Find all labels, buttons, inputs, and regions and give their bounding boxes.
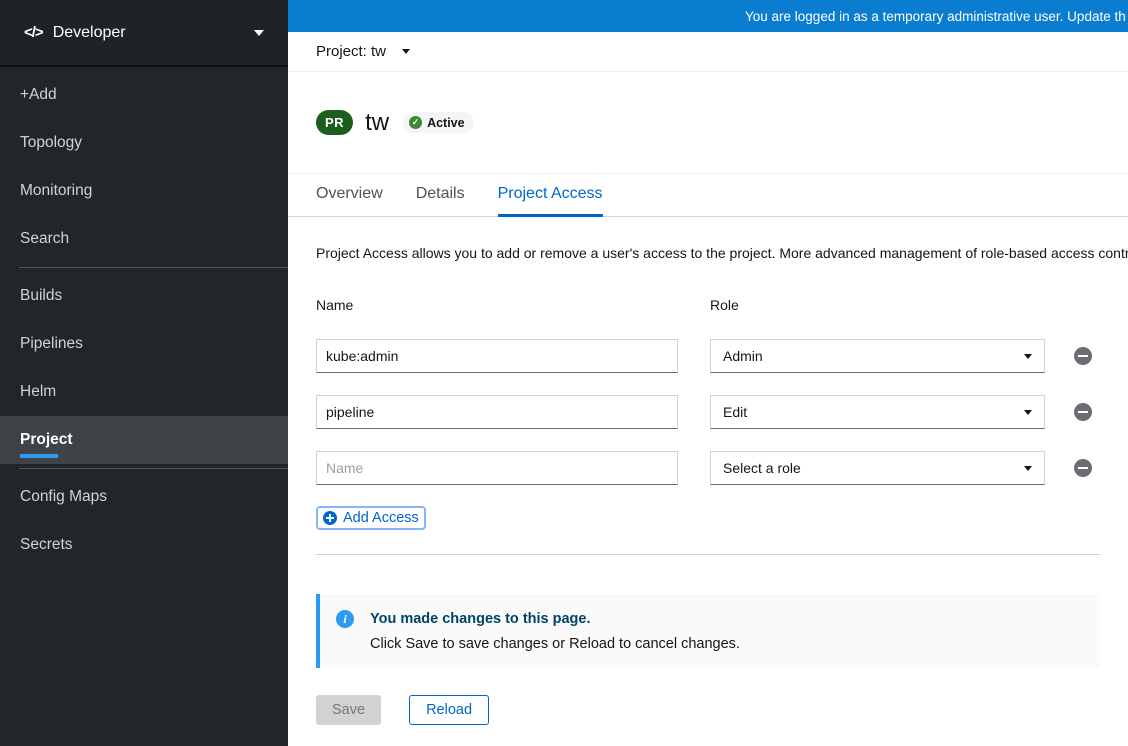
sidebar-item-project[interactable]: Project [0,416,288,464]
remove-access-button[interactable] [1074,403,1092,421]
chevron-down-icon [254,29,264,36]
info-alert: You made changes to this page. Click Sav… [316,594,1100,668]
role-select-value: Edit [723,404,748,420]
check-circle-icon [409,116,423,129]
project-access-content: Project Access allows you to add or remo… [288,217,1128,746]
minus-circle-icon [1074,347,1092,365]
project-selector-label: Project: tw [316,43,387,60]
sidebar-item-add[interactable]: +Add [0,71,288,119]
tab-bar: Overview Details Project Access [288,173,1128,217]
role-select[interactable]: Edit [710,395,1045,429]
save-button[interactable]: Save [316,695,382,725]
name-column-label: Name [316,297,354,313]
sidebar-divider [19,468,288,469]
sidebar-divider [19,267,288,268]
tab-project-access[interactable]: Project Access [497,174,603,217]
form-actions: Save Reload [316,695,1100,725]
sidebar-item-topology[interactable]: Topology [0,119,288,167]
access-row: Edit [316,395,1100,429]
info-circle-icon [336,610,354,628]
chevron-down-icon [1024,409,1032,415]
tab-overview[interactable]: Overview [316,174,383,217]
project-resource-icon: PR [316,110,354,135]
role-select-value: Admin [723,348,763,364]
remove-access-button[interactable] [1074,347,1092,365]
minus-circle-icon [1074,403,1092,421]
sidebar-item-label: Project [20,431,73,448]
name-input[interactable] [316,451,678,485]
code-icon: </> [24,24,44,41]
access-row: Admin [316,339,1100,373]
role-select[interactable]: Select a role [710,451,1045,485]
banner-text: You are logged in as a temporary adminis… [745,8,1126,24]
chevron-down-icon [402,49,411,54]
namespace-toolbar: Project: tw [288,32,1128,72]
sidebar-item-builds[interactable]: Builds [0,272,288,320]
section-divider [316,554,1100,555]
sidebar: </> Developer +Add Topology Monitoring S… [0,0,288,746]
sidebar-item-secrets[interactable]: Secrets [0,521,288,569]
add-access-button[interactable]: Add Access [316,506,426,530]
perspective-label: Developer [52,23,126,41]
access-row: Select a role [316,451,1100,485]
app-window: </> Developer +Add Topology Monitoring S… [0,0,1128,746]
name-input[interactable] [316,395,678,429]
project-selector-dropdown[interactable]: Project: tw [316,43,411,60]
sidebar-nav: +Add Topology Monitoring Search Builds P… [0,67,288,569]
add-access-label: Add Access [343,510,419,526]
alert-title: You made changes to this page. [370,611,591,627]
role-column-label: Role [710,297,739,313]
sidebar-item-search[interactable]: Search [0,215,288,263]
perspective-switcher[interactable]: </> Developer [0,0,288,67]
description-text: Project Access allows you to add or remo… [316,245,1128,261]
sidebar-item-helm[interactable]: Helm [0,368,288,416]
plus-circle-icon [323,511,337,525]
tab-details[interactable]: Details [416,174,465,217]
notification-banner: You are logged in as a temporary adminis… [288,0,1128,32]
status-label: Active [427,115,465,130]
remove-access-button[interactable] [1074,459,1092,477]
reload-button[interactable]: Reload [409,695,490,725]
name-input[interactable] [316,339,678,373]
page-header: PR tw Active [288,72,1128,173]
active-nav-indicator [20,454,58,458]
chevron-down-icon [1024,353,1032,359]
sidebar-item-pipelines[interactable]: Pipelines [0,320,288,368]
sidebar-item-config-maps[interactable]: Config Maps [0,473,288,521]
role-select-value: Select a role [723,460,801,476]
chevron-down-icon [1024,465,1032,471]
role-select[interactable]: Admin [710,339,1045,373]
page-title: tw [365,108,390,136]
status-badge: Active [403,112,474,133]
sidebar-item-monitoring[interactable]: Monitoring [0,167,288,215]
alert-body: Click Save to save changes or Reload to … [370,636,740,652]
main-column: You are logged in as a temporary adminis… [288,0,1128,746]
form-header-row: Name Role [316,297,1100,313]
minus-circle-icon [1074,459,1092,477]
